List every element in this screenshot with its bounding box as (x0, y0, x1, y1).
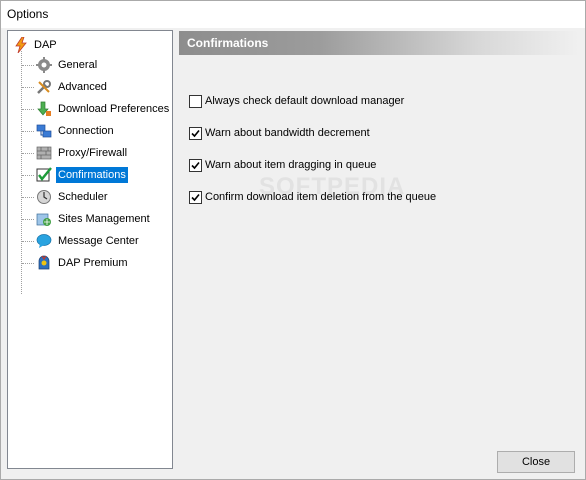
tree-item-dap[interactable]: DAP (8, 34, 172, 54)
close-button[interactable]: Close (497, 451, 575, 473)
options-tree[interactable]: DAP General Advanced Download Preference… (7, 30, 173, 469)
tree-item-label: Connection (58, 125, 114, 137)
option-warn-dragging[interactable]: Warn about item dragging in queue (189, 158, 489, 174)
tree-item-proxy-firewall[interactable]: Proxy/Firewall (8, 143, 172, 163)
checkmark-icon (191, 161, 200, 170)
firewall-icon (36, 145, 54, 162)
tree-item-label: Sites Management (58, 213, 150, 225)
tree-item-label: Proxy/Firewall (58, 147, 128, 159)
tree-item-label: Download Preferences (58, 103, 170, 115)
tree-item-connection[interactable]: Connection (8, 121, 172, 141)
tree-item-label: DAP (34, 39, 57, 51)
tree-item-label: Confirmations (56, 167, 128, 183)
checkmark-icon (36, 167, 54, 184)
chat-bubble-icon (36, 233, 54, 250)
tree-item-sites-management[interactable]: Sites Management (8, 209, 172, 229)
section-header: Confirmations (179, 31, 579, 55)
checkbox[interactable] (189, 191, 202, 204)
tree-item-download-preferences[interactable]: Download Preferences (8, 99, 172, 119)
window-title: Options (7, 7, 49, 21)
tree-item-general[interactable]: General (8, 55, 172, 75)
watermark: SOFTPEDIA (259, 173, 406, 200)
checkbox[interactable] (189, 159, 202, 172)
sites-icon (36, 211, 54, 228)
tools-icon (36, 79, 54, 96)
tree-item-dap-premium[interactable]: DAP Premium (8, 253, 172, 273)
option-label: Warn about item dragging in queue (205, 159, 377, 171)
gear-icon (36, 57, 54, 74)
tree-item-label: Scheduler (58, 191, 108, 203)
tree-item-advanced[interactable]: Advanced (8, 77, 172, 97)
option-warn-bandwidth[interactable]: Warn about bandwidth decrement (189, 126, 489, 142)
checkmark-icon (191, 129, 200, 138)
option-always-check-default[interactable]: Always check default download manager (189, 94, 489, 110)
connection-icon (36, 123, 54, 140)
dap-logo-icon (14, 36, 32, 54)
checkbox[interactable] (189, 127, 202, 140)
tree-item-message-center[interactable]: Message Center (8, 231, 172, 251)
tree-item-label: Message Center (58, 235, 139, 247)
download-icon (36, 101, 54, 118)
checkmark-icon (191, 193, 200, 202)
option-label: Warn about bandwidth decrement (205, 127, 370, 139)
tree-item-confirmations[interactable]: Confirmations (8, 165, 172, 185)
checkbox[interactable] (189, 95, 202, 108)
tree-item-label: Advanced (58, 81, 107, 93)
premium-icon (36, 255, 54, 272)
tree-item-scheduler[interactable]: Scheduler (8, 187, 172, 207)
title-bar[interactable]: Options (1, 1, 585, 28)
tree-item-label: DAP Premium (58, 257, 128, 269)
options-window: Options DAP General Advanced Download Pr… (0, 0, 586, 480)
tree-item-label: General (58, 59, 98, 71)
clock-icon (36, 189, 54, 206)
section-title: Confirmations (187, 36, 269, 50)
option-label: Always check default download manager (205, 95, 405, 107)
